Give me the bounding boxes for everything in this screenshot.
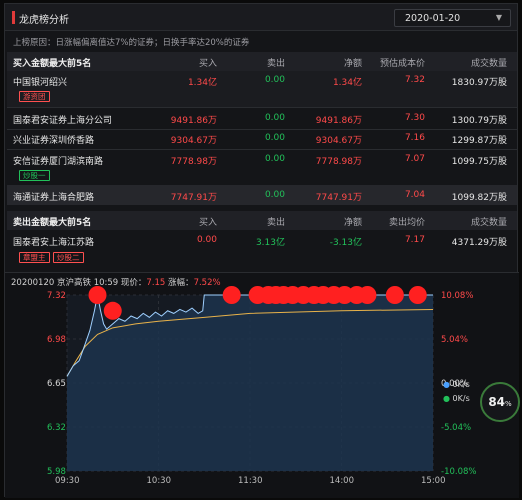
col-volume: 成交数量 — [470, 218, 507, 228]
net-amount: 9491.86万 — [315, 116, 362, 126]
tag-row: 游资团 — [7, 91, 517, 104]
broker-name: 国泰君安证券上海分公司 — [13, 116, 113, 126]
sell-amount: 0.00 — [264, 190, 285, 200]
col-net: 净额 — [343, 59, 362, 69]
broker-name: 国泰君安上海江苏路 — [13, 238, 95, 248]
col-sell: 卖出 — [266, 218, 285, 228]
buy-amount: 7747.91万 — [170, 193, 217, 203]
divider — [7, 107, 517, 108]
buy-amount: 9491.86万 — [170, 116, 217, 126]
panel-title: 龙虎榜分析 — [19, 15, 69, 26]
net-amount: 1.34亿 — [332, 78, 362, 88]
col-net: 净额 — [343, 218, 362, 228]
trade-volume: 1099.75万股 — [451, 157, 507, 167]
table-row[interactable]: 兴业证券深圳侨香路 9304.67万 0.00 9304.67万 7.16 12… — [7, 129, 517, 148]
legend-upload: 0K/s — [452, 380, 470, 389]
limit-up-marker — [408, 286, 427, 304]
legend-download: 0K/s — [452, 394, 470, 403]
broker-name: 海通证券上海合肥路 — [13, 193, 95, 203]
trade-volume: 1830.97万股 — [451, 78, 507, 88]
buy-table-header: 买入金额最大前5名 买入 卖出 净额 预估成本价 成交数量 — [7, 52, 517, 71]
broker-name: 中国银河绍兴 — [13, 78, 68, 88]
sell-amount: 0.00 — [264, 113, 285, 123]
col-sell-avg: 卖出均价 — [388, 218, 425, 228]
x-tick-label: 15:00 — [421, 476, 446, 486]
trade-volume: 1299.87万股 — [451, 136, 507, 146]
est-cost-price: 7.32 — [404, 75, 425, 85]
sell-amount: 3.13亿 — [255, 238, 285, 248]
progress-gauge[interactable]: 84% — [480, 382, 520, 422]
limit-up-marker — [358, 286, 377, 304]
sell-avg-price: 7.17 — [404, 235, 425, 245]
y-tick-label: 6.32 — [47, 423, 66, 433]
col-buy: 买入 — [198, 218, 217, 228]
table-row[interactable]: 国泰君安证券上海分公司 9491.86万 0.00 9491.86万 7.30 … — [7, 109, 517, 128]
limit-up-marker — [222, 286, 241, 304]
date-picker[interactable]: 2020-01-20 ▼ — [394, 9, 511, 27]
chevron-down-icon: ▼ — [495, 13, 502, 22]
title-bar: 龙虎榜分析 2020-01-20 ▼ — [5, 4, 517, 31]
buy-amount: 1.34亿 — [187, 78, 217, 88]
col-sell: 卖出 — [266, 59, 285, 69]
table-row[interactable]: 中国银河绍兴 1.34亿 0.00 1.34亿 7.32 1830.97万股 — [7, 71, 517, 90]
net-amount: -3.13亿 — [329, 238, 362, 248]
sell-table-title: 卖出金额最大前5名 — [13, 218, 92, 228]
limit-up-marker — [385, 286, 404, 304]
buy-amount: 7778.98万 — [170, 157, 217, 167]
trade-volume: 1099.82万股 — [451, 193, 507, 203]
net-amount: 7747.91万 — [315, 193, 362, 203]
y-tick-label-right: 10.08% — [441, 291, 473, 301]
y-tick-label: 6.65 — [47, 379, 66, 389]
col-buy: 买入 — [198, 59, 217, 69]
y-tick-label-right: 5.04% — [441, 335, 468, 345]
broker-name: 兴业证券深圳侨香路 — [13, 136, 95, 146]
net-amount: 9304.67万 — [315, 136, 362, 146]
title-accent-bar — [12, 11, 15, 24]
limit-up-marker — [88, 286, 107, 304]
x-tick-label: 10:30 — [147, 476, 172, 486]
x-tick-label: 09:30 — [55, 476, 80, 486]
tag-row: 炒股一 — [7, 170, 517, 183]
table-row[interactable]: 安信证券厦门湖滨南路 7778.98万 0.00 7778.98万 7.07 1… — [7, 150, 517, 169]
price-area — [67, 295, 433, 471]
y-tick-label-right: -10.08% — [441, 467, 476, 477]
est-cost-price: 7.07 — [404, 154, 425, 164]
buy-amount: 0.00 — [196, 235, 217, 245]
gauge-value: 84 — [488, 395, 506, 409]
date-value: 2020-01-20 — [405, 13, 461, 24]
trade-volume: 1300.79万股 — [451, 116, 507, 126]
dragon-tiger-panel: 龙虎榜分析 2020-01-20 ▼ 上榜原因：日涨幅偏离值达7%的证券；日换手… — [4, 3, 520, 498]
col-volume: 成交数量 — [470, 59, 507, 69]
buy-table-title: 买入金额最大前5名 — [13, 59, 92, 69]
tag-row: 章盟主 炒股二 — [7, 252, 517, 265]
intraday-chart: 20200120 京沪高铁 10:59 现价：7.15 涨幅：7.52% 7.3… — [5, 272, 519, 498]
est-cost-price: 7.04 — [404, 190, 425, 200]
sell-amount: 0.00 — [264, 133, 285, 143]
x-tick-label: 14:00 — [330, 476, 355, 486]
buy-amount: 9304.67万 — [170, 136, 217, 146]
trader-tag[interactable]: 炒股二 — [53, 252, 84, 263]
est-cost-price: 7.16 — [404, 133, 425, 143]
net-amount: 7778.98万 — [315, 157, 362, 167]
sell-amount: 0.00 — [264, 75, 285, 85]
trader-tag[interactable]: 章盟主 — [19, 252, 50, 263]
y-tick-label-right: -5.04% — [441, 423, 471, 433]
listing-reason: 上榜原因：日涨幅偏离值达7%的证券；日换手率达20%的证券 — [13, 38, 250, 48]
trade-volume: 4371.29万股 — [451, 238, 507, 248]
col-est-cost: 预估成本价 — [379, 59, 425, 69]
table-row[interactable]: 海通证券上海合肥路 7747.91万 0.00 7747.91万 7.04 10… — [7, 186, 517, 205]
trader-tag[interactable]: 炒股一 — [19, 170, 50, 181]
y-tick-label: 7.32 — [47, 291, 66, 301]
trader-tag[interactable]: 游资团 — [19, 91, 50, 102]
est-cost-price: 7.30 — [404, 113, 425, 123]
limit-up-marker — [103, 301, 122, 320]
sell-amount: 0.00 — [264, 154, 285, 164]
table-row[interactable]: 国泰君安上海江苏路 0.00 3.13亿 -3.13亿 7.17 4371.29… — [7, 231, 517, 250]
price-chart-svg: 7.32 10.08%6.98 5.04%6.65 0.00%6.32 -5.04%5.… — [47, 286, 476, 486]
gauge-unit: % — [505, 400, 512, 408]
x-tick-label: 11:30 — [238, 476, 263, 486]
broker-name: 安信证券厦门湖滨南路 — [13, 157, 104, 167]
y-tick-label: 6.98 — [47, 335, 66, 345]
sell-table-header: 卖出金额最大前5名 买入 卖出 净额 卖出均价 成交数量 — [7, 211, 517, 230]
